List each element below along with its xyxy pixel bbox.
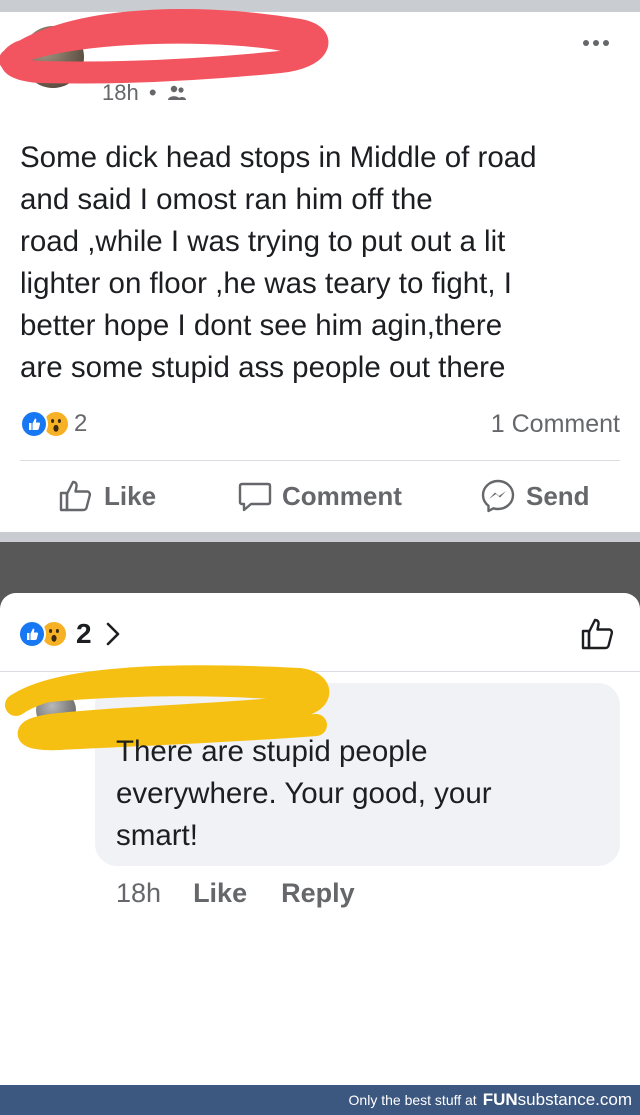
chevron-right-icon (106, 622, 119, 646)
like-icon (59, 480, 92, 512)
footer-brand-bold: FUN (482, 1090, 518, 1109)
send-button-label: Send (526, 480, 590, 511)
send-button[interactable]: Send (480, 478, 590, 514)
sheet-reaction-count: 2 (76, 618, 92, 649)
footer-brand: FUNsubstance.com (483, 1090, 632, 1110)
poster-avatar[interactable] (22, 26, 84, 88)
comment-body-text: There are stupid people everywhere. Your… (116, 731, 606, 857)
post-reactions-summary[interactable]: 2 (20, 410, 87, 438)
post-text-line: are some stupid ass people out there (20, 351, 506, 384)
divider (20, 460, 620, 461)
comment-button-label: Comment (282, 480, 402, 511)
post-text-line: road ,while I was trying to put out a li… (20, 225, 506, 258)
separator-dot: • (148, 80, 157, 106)
reaction-count: 2 (74, 410, 88, 437)
reaction-icons (20, 410, 76, 438)
post-timestamp[interactable]: 18h • (102, 80, 187, 105)
like-button[interactable]: Like (58, 478, 156, 514)
friends-icon (167, 85, 186, 101)
comment-button[interactable]: Comment (238, 478, 402, 514)
comment-reply-button[interactable]: Reply (281, 877, 355, 909)
messenger-icon (481, 479, 515, 513)
comment-count-link[interactable]: 1 Comment (491, 410, 620, 438)
post-text-line: better hope I dont see him agin,there (20, 309, 503, 342)
comment-meta: 18h Like Reply (116, 877, 389, 909)
footer-tagline: Only the best stuff at (348, 1092, 477, 1108)
top-gray-strip (0, 0, 640, 12)
comment-text-line: There are stupid people (116, 735, 428, 768)
comment-timestamp[interactable]: 18h (116, 877, 161, 909)
footer-brand-rest: substance.com (517, 1090, 632, 1109)
post-text-line: Some dick head stops in Middle of road (20, 141, 537, 174)
divider (0, 671, 640, 672)
watermark-footer: Only the best stuff at FUNsubstance.com (0, 1085, 640, 1115)
like-reaction-icon (18, 620, 46, 648)
comment-like-button[interactable]: Like (193, 877, 247, 909)
commenter-avatar[interactable] (36, 690, 76, 730)
post-text-line: lighter on floor ,he was teary to fight,… (20, 267, 512, 300)
commenter-name[interactable]: ▪▪▪ (118, 698, 146, 729)
comment-text-line: smart! (116, 819, 198, 852)
post-body-text: Some dick head stops in Middle of road a… (20, 137, 620, 389)
like-icon[interactable] (580, 617, 616, 651)
post-text-line: and said I omost ran him off the (20, 183, 433, 216)
reaction-icons (18, 620, 74, 648)
more-icon[interactable] (576, 30, 616, 56)
comment-icon (238, 482, 272, 512)
timestamp-text: 18h (102, 80, 139, 106)
gray-separator (0, 532, 640, 542)
like-button-label: Like (104, 480, 157, 511)
sheet-reactions-summary[interactable]: 2 (18, 618, 120, 649)
comment-text-line: everywhere. Your good, your (116, 777, 492, 810)
like-reaction-icon (20, 410, 48, 438)
